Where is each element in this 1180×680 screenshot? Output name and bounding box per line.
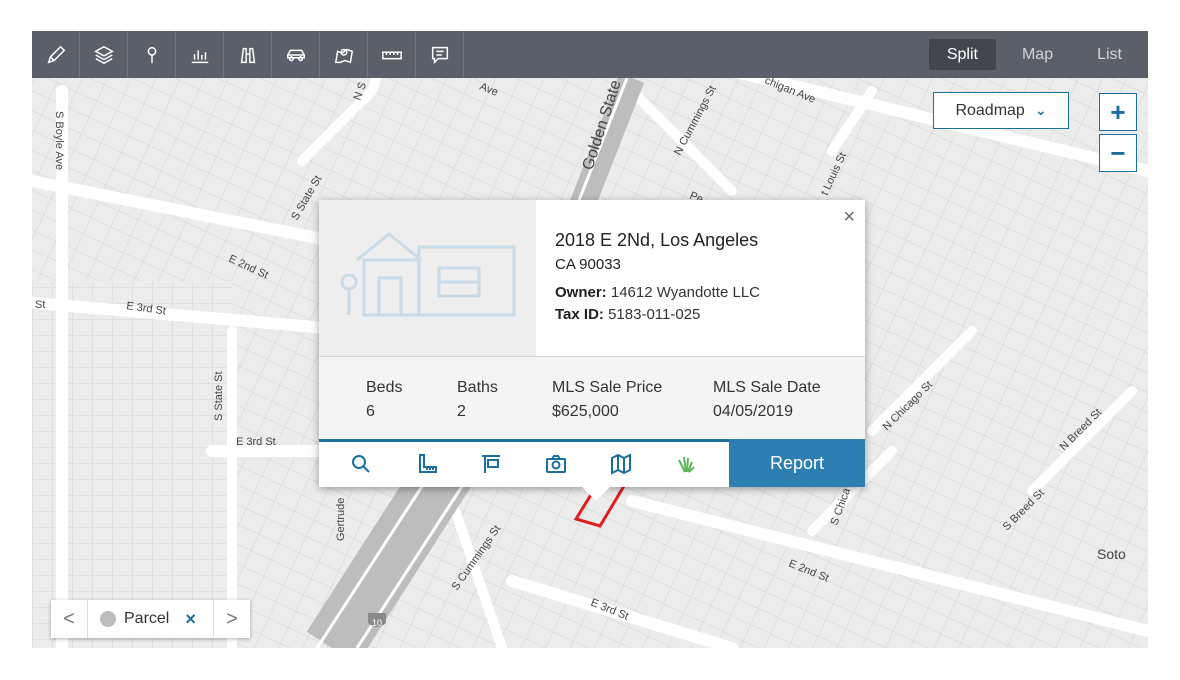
stat-value: $625,000	[552, 403, 619, 420]
stat-value: 2	[457, 403, 466, 420]
view-switch: Split Map List	[928, 31, 1148, 78]
street-label: Gertrude	[335, 498, 347, 541]
stat-label: Baths	[457, 379, 498, 396]
report-button[interactable]: Report	[729, 439, 865, 487]
property-stats: Beds 6 Baths 2 MLS Sale Price $625,000 M…	[319, 357, 865, 439]
property-address: 2018 E 2Nd, Los Angeles	[555, 230, 759, 250]
chevron-down-icon: ⌄	[1034, 102, 1047, 118]
sunburst-icon[interactable]	[673, 452, 697, 476]
zoom-out-button[interactable]: −	[1099, 134, 1137, 172]
property-image-placeholder	[319, 200, 536, 356]
stat-mls-price: MLS Sale Price $625,000	[552, 379, 662, 421]
stat-label: MLS Sale Price	[552, 379, 663, 396]
stat-mls-date: MLS Sale Date 04/05/2019	[713, 379, 821, 421]
chart-icon[interactable]	[176, 31, 224, 78]
sign-icon[interactable]	[479, 452, 503, 476]
view-split-button[interactable]: Split	[928, 39, 996, 70]
tax-id-label: Tax ID:	[555, 306, 604, 323]
close-icon[interactable]: ×	[843, 206, 855, 229]
property-card: × 2018 E 2Nd, Los Angeles CA 90033 Owner…	[319, 200, 865, 487]
next-arrow-icon[interactable]: >	[214, 608, 250, 631]
remove-filter-icon[interactable]: ×	[185, 609, 196, 630]
card-actions: Report	[319, 439, 865, 487]
parcel-dot-icon	[100, 611, 116, 627]
owner-value: 14612 Wyandotte LLC	[610, 284, 760, 301]
stat-label: MLS Sale Date	[713, 379, 821, 396]
stat-label: Beds	[366, 379, 403, 396]
pencil-icon[interactable]	[32, 31, 80, 78]
highway-shield-label: 10	[372, 618, 382, 628]
stat-value: 6	[366, 403, 375, 420]
layers-icon[interactable]	[80, 31, 128, 78]
stat-value: 04/05/2019	[713, 403, 794, 420]
ruler-icon[interactable]	[368, 31, 416, 78]
house-icon	[340, 232, 516, 317]
filter-bar: < Parcel × >	[51, 600, 250, 638]
view-list-button[interactable]: List	[1079, 39, 1140, 70]
stat-beds: Beds 6	[366, 379, 402, 421]
measure-icon[interactable]	[415, 452, 439, 476]
card-pointer	[582, 487, 610, 501]
street-label: S Boyle Ave	[53, 111, 65, 170]
comment-icon[interactable]	[416, 31, 464, 78]
stat-baths: Baths 2	[457, 379, 498, 421]
zoom-in-button[interactable]: +	[1099, 93, 1137, 131]
owner-label: Owner:	[555, 284, 607, 301]
map-type-label: Roadmap	[955, 101, 1025, 119]
camera-icon[interactable]	[544, 452, 568, 476]
search-icon[interactable]	[349, 452, 373, 476]
map-search-icon[interactable]	[320, 31, 368, 78]
pin-icon[interactable]	[128, 31, 176, 78]
property-city-zip: CA 90033	[555, 256, 621, 273]
view-map-button[interactable]: Map	[1004, 39, 1071, 70]
filter-label: Parcel	[124, 610, 170, 627]
street-label: E 3rd St	[236, 436, 276, 448]
prev-arrow-icon[interactable]: <	[51, 608, 87, 631]
tax-id-row: Tax ID: 5183-011-025	[555, 306, 700, 323]
map-type-select[interactable]: Roadmap ⌄	[933, 92, 1069, 129]
main-toolbar: Split Map List	[32, 31, 1148, 78]
tax-id-value: 5183-011-025	[608, 306, 701, 323]
binoculars-icon[interactable]	[224, 31, 272, 78]
car-icon[interactable]	[272, 31, 320, 78]
map-frame[interactable]: S Boyle Ave N S Golden State N Cummings …	[32, 31, 1148, 648]
street-label: St	[35, 299, 45, 311]
street-label: S State St	[213, 371, 225, 421]
map-icon[interactable]	[609, 452, 633, 476]
owner-row: Owner: 14612 Wyandotte LLC	[555, 284, 760, 301]
filter-chip: Parcel ×	[87, 600, 214, 638]
street-label: Soto	[1097, 546, 1126, 562]
